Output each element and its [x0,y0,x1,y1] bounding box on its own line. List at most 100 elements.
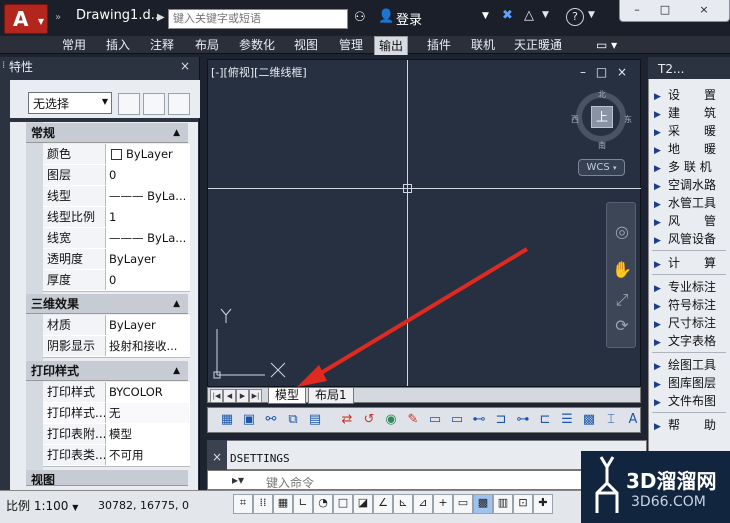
group-general[interactable]: 常规 ▲ [26,123,188,143]
palette-item-settings[interactable]: ▶ 设 置 [654,86,730,104]
tab-layout[interactable]: 布局 [191,36,223,54]
lineweight-icon[interactable]: + [433,494,453,514]
palette-item-heating[interactable]: ▶ 采 暖 [654,122,730,140]
toolbar-table-icon[interactable]: ▤ [306,411,324,429]
tab-layout1[interactable]: 布局1 [308,388,354,404]
command-prompt-icon[interactable]: ▸▾ [232,473,244,487]
palette-item-pipe-tools[interactable]: ▶ 水管工具 [654,194,730,212]
selection-dropdown[interactable]: 无选择 ▼ [28,92,112,114]
next-layout-icon[interactable]: ▶ [236,389,249,403]
palette-item-duct[interactable]: ▶ 风 管 [654,212,730,230]
prop-row[interactable]: 打印表类... 不可用 [43,445,190,467]
tab-output[interactable]: 输出 [374,36,409,55]
polar-tracking-icon[interactable]: ◔ [313,494,333,514]
palette-item-duct-equipment[interactable]: ▶ 风管设备 [654,230,730,248]
restore-button[interactable]: □ [652,2,678,18]
prop-row[interactable]: 打印样式 BYCOLOR [43,382,190,404]
toolbar-save-icon[interactable]: ▣ [240,411,258,429]
prop-value[interactable]: 模型 [107,424,189,444]
palette-item-help[interactable]: ▶ 帮 助 [654,416,730,434]
prop-value[interactable]: 0 [107,165,189,185]
prop-value[interactable]: 投射和接收... [107,336,189,356]
chevron-down-icon[interactable]: ▼ [542,10,549,20]
quick-properties-icon[interactable]: ▩ [473,494,493,514]
toolbar-circle-icon[interactable]: ◉ [382,411,400,429]
prop-value[interactable]: ——— ByLa... [107,228,189,248]
palette-item-library-layers[interactable]: ▶ 图库图层 [654,374,730,392]
3d-object-snap-icon[interactable]: ◪ [353,494,373,514]
toolbar-image-icon[interactable]: ▦ [218,411,236,429]
prop-row[interactable]: 颜色 ByLayer [43,144,190,166]
grid-display-icon[interactable]: ▦ [273,494,293,514]
ortho-mode-icon[interactable]: ∟ [293,494,313,514]
group-plot-style[interactable]: 打印样式 ▲ [26,361,188,381]
login-label[interactable]: 登录 [396,9,422,28]
tab-tangent-hvac[interactable]: 天正暖通 [510,36,566,54]
dynamic-ucs-icon[interactable]: ⊾ [393,494,413,514]
ribbon-toggle-icon[interactable]: ▭ ▾ [592,36,621,54]
snap-mode-icon[interactable]: ⁞⁞ [253,494,273,514]
toolbar-duct-icon[interactable]: ⊏ [536,411,554,429]
command-input-placeholder[interactable]: 键入命令 [266,474,314,491]
toolbar-connector-icon[interactable]: ⊷ [470,411,488,429]
binoculars-icon[interactable]: ⚇ [354,10,366,25]
tab-annotate[interactable]: 注释 [146,36,178,54]
login-area[interactable]: ⚇ 👤 登录 ▼ [354,9,499,29]
object-snap-icon[interactable]: □ [333,494,353,514]
prop-row[interactable]: 透明度 ByLayer [43,249,190,271]
toolbar-rect2-icon[interactable]: ▭ [448,411,466,429]
application-menu-button[interactable]: A ▼ [4,4,48,34]
toolbar-hatch-icon[interactable]: ▩ [580,411,598,429]
help-icon[interactable]: ? [566,8,584,26]
transparency-icon[interactable]: ▭ [453,494,473,514]
tab-model[interactable]: 模型 [268,388,307,404]
play-arrow-icon[interactable]: ▶ [157,12,165,23]
add-icon[interactable]: ✚ [533,494,553,514]
palette-item-symbol-annotation[interactable]: ▶ 符号标注 [654,296,730,314]
last-layout-icon[interactable]: ▶| [249,389,262,403]
annotation-monitor-icon[interactable]: ⊡ [513,494,533,514]
prop-value[interactable]: BYCOLOR [107,382,189,402]
toolbar-block-icon[interactable]: ⧉ [284,411,302,429]
prop-row[interactable]: 线型 ——— ByLa... [43,186,190,208]
toolbar-text-icon[interactable]: A [624,411,642,429]
prop-value[interactable]: ByLayer [107,249,189,269]
autodesk-icon[interactable]: △ [524,8,534,23]
prop-value[interactable]: ByLayer [107,315,189,335]
tab-plugins[interactable]: 插件 [423,36,455,54]
palette-item-draw-tools[interactable]: ▶ 绘图工具 [654,356,730,374]
prop-value[interactable]: ——— ByLa... [107,186,189,206]
palette-item-ac-water[interactable]: ▶ 空调水路 [654,176,730,194]
toolbar-list-icon[interactable]: ☰ [558,411,576,429]
palette-item-calculation[interactable]: ▶ 计 算 [654,254,730,272]
prop-row[interactable]: 阴影显示 投射和接收... [43,336,190,358]
close-button[interactable]: × [682,2,726,18]
prop-value[interactable]: 0 [107,270,189,290]
toolbar-bracket-icon[interactable]: ⌶ [602,411,620,429]
tab-common[interactable]: 常用 [58,36,90,54]
toolbar-pipe-icon[interactable]: ⊐ [492,411,510,429]
prop-row[interactable]: 材质 ByLayer [43,315,190,337]
group-view[interactable]: 视图 [26,470,188,486]
prop-row[interactable]: 线宽 ——— ByLa... [43,228,190,250]
toolbar-pen-icon[interactable]: ✎ [404,411,422,429]
palette-item-vrf[interactable]: ▶ 多 联 机 [654,158,730,176]
toolbar-link-icon[interactable]: ⚯ [262,411,280,429]
toolbar-undo-icon[interactable]: ↺ [360,411,378,429]
first-layout-icon[interactable]: |◀ [210,389,223,403]
palette-item-floor-heating[interactable]: ▶ 地 暖 [654,140,730,158]
quick-select-icon[interactable] [168,93,190,115]
tab-manage[interactable]: 管理 [335,36,367,54]
infer-constraints-icon[interactable]: ⌗ [233,494,253,514]
search-input[interactable] [168,9,348,29]
prev-layout-icon[interactable]: ◀ [223,389,236,403]
prop-row[interactable]: 图层 0 [43,165,190,187]
object-snap-tracking-icon[interactable]: ∠ [373,494,393,514]
toggle-pickadd-icon[interactable] [118,93,140,115]
prop-row[interactable]: 厚度 0 [43,270,190,292]
palette-item-file-layout[interactable]: ▶ 文件布图 [654,392,730,410]
tab-view[interactable]: 视图 [290,36,322,54]
tab-insert[interactable]: 插入 [102,36,134,54]
palette-item-pro-annotation[interactable]: ▶ 专业标注 [654,278,730,296]
toolbar-node-icon[interactable]: ⊶ [514,411,532,429]
